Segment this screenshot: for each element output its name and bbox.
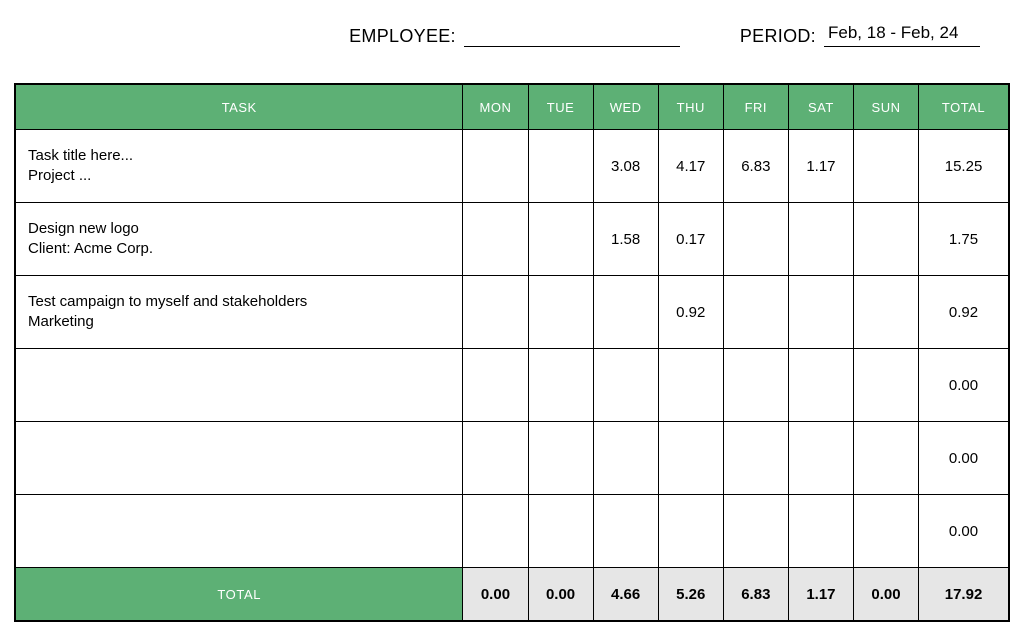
task-cell[interactable]	[15, 349, 463, 422]
table-row: 0.00	[15, 422, 1009, 495]
task-subtitle: Marketing	[28, 312, 450, 332]
col-tue: TUE	[528, 84, 593, 130]
cell-sat[interactable]	[788, 495, 853, 568]
cell-thu[interactable]	[658, 422, 723, 495]
cell-wed[interactable]: 3.08	[593, 130, 658, 203]
cell-row-total: 15.25	[919, 130, 1009, 203]
period-label: PERIOD:	[740, 26, 816, 47]
timesheet-table: TASK MON TUE WED THU FRI SAT SUN TOTAL T…	[14, 83, 1010, 622]
cell-row-total: 0.00	[919, 349, 1009, 422]
cell-sat[interactable]	[788, 203, 853, 276]
cell-row-total: 0.00	[919, 422, 1009, 495]
cell-tue[interactable]	[528, 130, 593, 203]
col-fri: FRI	[723, 84, 788, 130]
cell-sun[interactable]	[853, 130, 918, 203]
header-fields: EMPLOYEE: PERIOD: Feb, 18 - Feb, 24	[14, 22, 1010, 47]
period-value[interactable]: Feb, 18 - Feb, 24	[824, 22, 980, 47]
total-fri: 6.83	[723, 568, 788, 622]
task-cell[interactable]	[15, 422, 463, 495]
cell-mon[interactable]	[463, 349, 528, 422]
cell-wed[interactable]	[593, 422, 658, 495]
col-total: TOTAL	[919, 84, 1009, 130]
cell-mon[interactable]	[463, 203, 528, 276]
col-wed: WED	[593, 84, 658, 130]
cell-thu[interactable]: 4.17	[658, 130, 723, 203]
cell-wed[interactable]	[593, 349, 658, 422]
cell-wed[interactable]	[593, 276, 658, 349]
cell-row-total: 1.75	[919, 203, 1009, 276]
task-cell[interactable]: Task title here... Project ...	[15, 130, 463, 203]
total-thu: 5.26	[658, 568, 723, 622]
cell-sat[interactable]	[788, 276, 853, 349]
cell-sat[interactable]	[788, 422, 853, 495]
cell-fri[interactable]: 6.83	[723, 130, 788, 203]
grand-total: 17.92	[919, 568, 1009, 622]
cell-sat[interactable]	[788, 349, 853, 422]
cell-fri[interactable]	[723, 422, 788, 495]
cell-fri[interactable]	[723, 203, 788, 276]
table-row: 0.00	[15, 349, 1009, 422]
cell-wed[interactable]	[593, 495, 658, 568]
task-cell[interactable]: Test campaign to myself and stakeholders…	[15, 276, 463, 349]
total-sun: 0.00	[853, 568, 918, 622]
table-row: 0.00	[15, 495, 1009, 568]
header-row: TASK MON TUE WED THU FRI SAT SUN TOTAL	[15, 84, 1009, 130]
cell-tue[interactable]	[528, 495, 593, 568]
total-tue: 0.00	[528, 568, 593, 622]
cell-tue[interactable]	[528, 203, 593, 276]
period-field: PERIOD: Feb, 18 - Feb, 24	[740, 22, 980, 47]
col-mon: MON	[463, 84, 528, 130]
table-row: Design new logo Client: Acme Corp. 1.58 …	[15, 203, 1009, 276]
cell-tue[interactable]	[528, 422, 593, 495]
timesheet-page: EMPLOYEE: PERIOD: Feb, 18 - Feb, 24 TASK…	[0, 0, 1024, 642]
cell-sun[interactable]	[853, 349, 918, 422]
table-row: Test campaign to myself and stakeholders…	[15, 276, 1009, 349]
cell-fri[interactable]	[723, 495, 788, 568]
col-sun: SUN	[853, 84, 918, 130]
cell-sun[interactable]	[853, 276, 918, 349]
task-title: Design new logo	[28, 219, 450, 239]
task-title: Task title here...	[28, 146, 450, 166]
col-sat: SAT	[788, 84, 853, 130]
cell-row-total: 0.92	[919, 276, 1009, 349]
cell-thu[interactable]	[658, 349, 723, 422]
cell-mon[interactable]	[463, 422, 528, 495]
task-cell[interactable]: Design new logo Client: Acme Corp.	[15, 203, 463, 276]
total-wed: 4.66	[593, 568, 658, 622]
employee-field: EMPLOYEE:	[349, 22, 680, 47]
cell-row-total: 0.00	[919, 495, 1009, 568]
total-mon: 0.00	[463, 568, 528, 622]
cell-mon[interactable]	[463, 276, 528, 349]
totals-row: TOTAL 0.00 0.00 4.66 5.26 6.83 1.17 0.00…	[15, 568, 1009, 622]
col-task: TASK	[15, 84, 463, 130]
cell-thu[interactable]: 0.17	[658, 203, 723, 276]
cell-sun[interactable]	[853, 495, 918, 568]
task-subtitle: Client: Acme Corp.	[28, 239, 450, 259]
cell-tue[interactable]	[528, 276, 593, 349]
cell-thu[interactable]: 0.92	[658, 276, 723, 349]
cell-thu[interactable]	[658, 495, 723, 568]
employee-value[interactable]	[464, 22, 680, 47]
task-subtitle: Project ...	[28, 166, 450, 186]
cell-mon[interactable]	[463, 130, 528, 203]
cell-mon[interactable]	[463, 495, 528, 568]
cell-sun[interactable]	[853, 422, 918, 495]
cell-sat[interactable]: 1.17	[788, 130, 853, 203]
task-title: Test campaign to myself and stakeholders	[28, 292, 450, 312]
task-cell[interactable]	[15, 495, 463, 568]
totals-label: TOTAL	[15, 568, 463, 622]
cell-fri[interactable]	[723, 349, 788, 422]
cell-sun[interactable]	[853, 203, 918, 276]
table-row: Task title here... Project ... 3.08 4.17…	[15, 130, 1009, 203]
total-sat: 1.17	[788, 568, 853, 622]
col-thu: THU	[658, 84, 723, 130]
cell-fri[interactable]	[723, 276, 788, 349]
cell-tue[interactable]	[528, 349, 593, 422]
cell-wed[interactable]: 1.58	[593, 203, 658, 276]
employee-label: EMPLOYEE:	[349, 26, 456, 47]
